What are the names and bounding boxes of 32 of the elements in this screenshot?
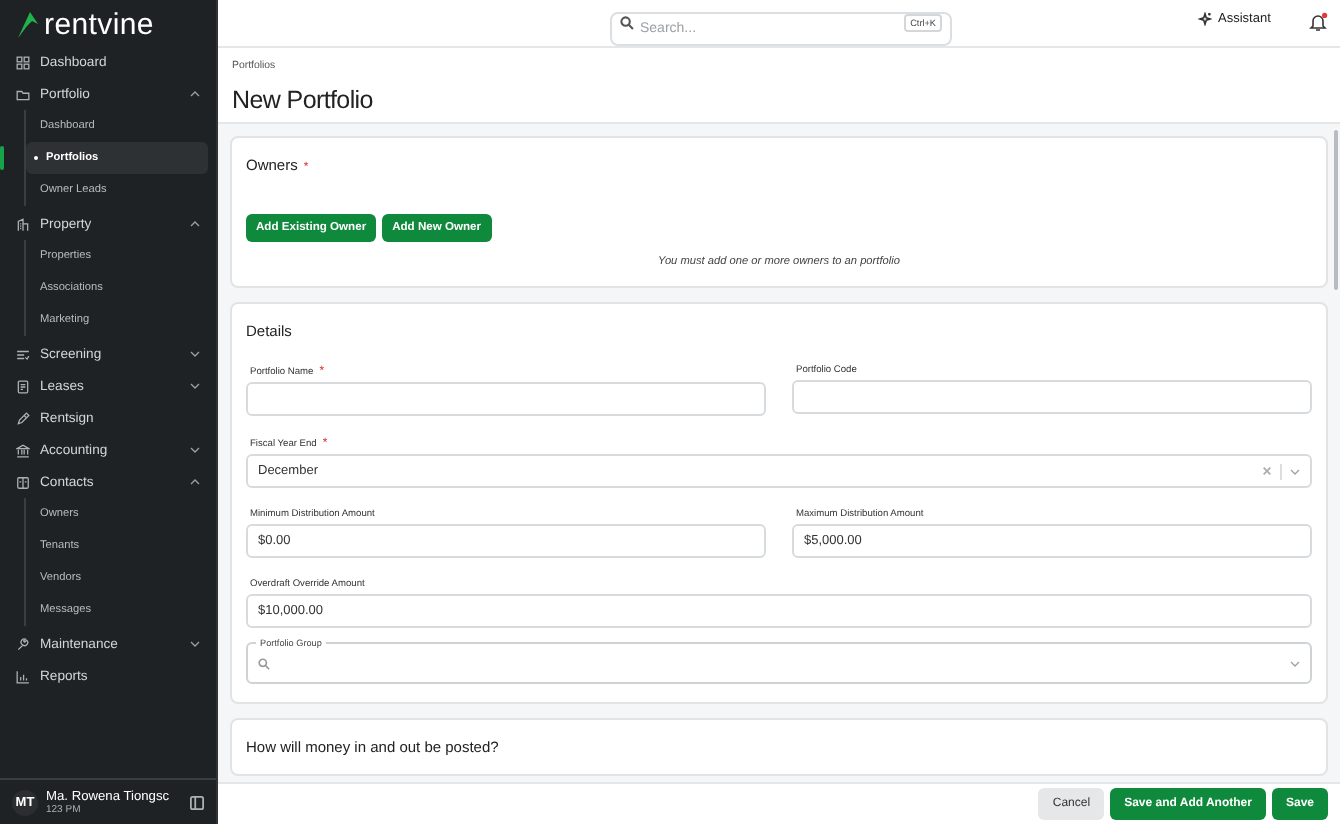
chevron-down-icon: [1290, 659, 1300, 667]
chevron-icon: [190, 382, 200, 390]
building-icon: [16, 217, 30, 231]
chart-icon: [16, 669, 30, 683]
active-indicator: [0, 146, 4, 170]
chevron-icon: [190, 350, 200, 358]
chevron-icon: [190, 220, 200, 228]
clear-icon[interactable]: [1262, 466, 1272, 476]
checklist-icon: [16, 347, 30, 361]
page-title: New Portfolio: [232, 86, 375, 114]
scrollbar[interactable]: [1334, 130, 1338, 290]
grid-icon: [16, 55, 30, 69]
chevron-icon: [190, 478, 200, 486]
pen-icon: [16, 411, 30, 425]
wrench-icon: [16, 637, 30, 651]
search-icon: [258, 657, 270, 669]
collapse-sidebar-icon[interactable]: [190, 795, 204, 809]
chevron-down-icon: [1290, 467, 1300, 475]
document-icon: [16, 379, 30, 393]
bell-icon[interactable]: [1308, 12, 1328, 32]
search-icon: [620, 16, 634, 30]
chevron-icon: [190, 446, 200, 454]
sparkle-icon: [1198, 12, 1212, 26]
text-field[interactable]: [246, 382, 766, 416]
bank-icon: [16, 443, 30, 457]
chevron-icon: [190, 640, 200, 648]
logo-icon: [18, 11, 38, 37]
text-field[interactable]: [792, 380, 1312, 414]
folder-icon: [16, 87, 30, 101]
contacts-icon: [16, 475, 30, 489]
chevron-icon: [190, 90, 200, 98]
logo-text: rentvine: [44, 7, 154, 41]
